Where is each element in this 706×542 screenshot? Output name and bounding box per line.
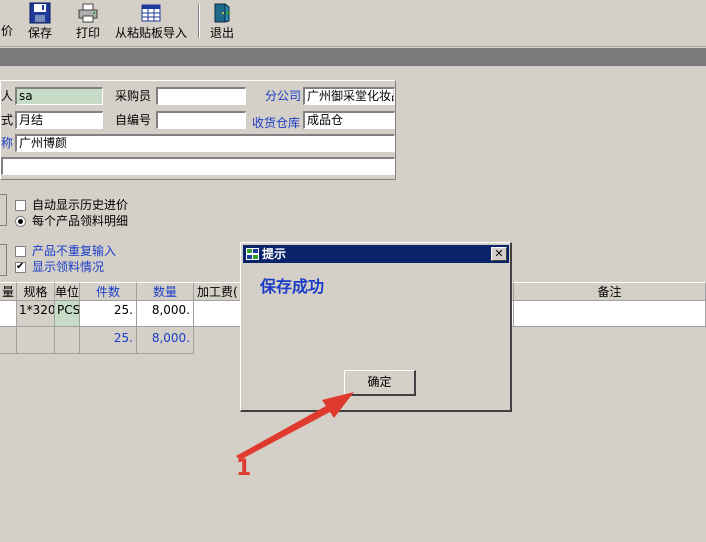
import-clipboard-button-label: 从粘贴板导入 [114, 26, 187, 40]
print-button-label: 打印 [75, 26, 100, 40]
show-material-label: 显示领料情况 [32, 260, 105, 274]
annotation-number: 1 [236, 456, 252, 481]
no-duplicate-input-checkbox[interactable] [15, 246, 26, 257]
print-button[interactable]: 打印 [72, 0, 104, 44]
grid-header-quantity[interactable]: 数量 [137, 282, 194, 301]
grey-header-bar [0, 48, 706, 66]
save-button-label: 保存 [27, 26, 52, 40]
grid-header-remark[interactable]: 备注 [514, 282, 706, 301]
dialog-close-button[interactable]: ✕ [491, 247, 507, 261]
grid-cell-row1-quantity[interactable]: 8,000. [137, 301, 194, 327]
custom-number-field[interactable] [156, 111, 246, 129]
annotation-arrow [236, 392, 354, 460]
grid-summary-spec [17, 327, 55, 354]
grid-cell-row1-remark[interactable] [514, 301, 706, 327]
toolbar-separator [198, 4, 199, 38]
show-material-checkbox[interactable] [15, 260, 26, 274]
grid-header-pieces[interactable]: 件数 [80, 282, 137, 301]
import-clipboard-button[interactable]: 从粘贴板导入 [112, 0, 190, 44]
operator-field[interactable]: sa [15, 87, 103, 105]
toolbar: 价 保存 打印 从粘贴板导入 退出 [0, 0, 706, 47]
each-product-detail-radio[interactable] [15, 216, 26, 227]
receiving-warehouse-label: 收货仓库 [252, 116, 301, 130]
branch-field[interactable]: 广州御采堂化妆品 [303, 87, 395, 105]
clipboard-grid-icon [141, 4, 161, 22]
grid-summary-unit [55, 327, 80, 354]
exit-button[interactable]: 退出 [206, 0, 238, 44]
grid-cell-row1-col0[interactable] [0, 301, 17, 327]
save-button[interactable]: 保存 [24, 0, 56, 44]
dialog-title: 提示 [262, 247, 287, 261]
annotation-arrow-shape [236, 392, 354, 460]
branch-label: 分公司 [265, 89, 302, 103]
payment-method-label: 式 [1, 113, 14, 127]
receiving-warehouse-field[interactable]: 成品仓 [303, 111, 395, 129]
grid-summary-quantity: 8,000. [137, 327, 194, 354]
supplier-name-field[interactable]: 广州博颜 [15, 134, 395, 152]
no-duplicate-input-label: 产品不重复输入 [32, 244, 117, 258]
exit-button-label: 退出 [209, 26, 234, 40]
grid-cell-row1-pieces[interactable]: 25. [80, 301, 137, 327]
dialog-titlebar[interactable]: 提示 ✕ [243, 245, 509, 263]
floppy-disk-icon [29, 2, 51, 24]
custom-number-label: 自编号 [115, 113, 152, 127]
grid-header-spec[interactable]: 规格 [17, 282, 55, 301]
auto-history-price-label: 自动显示历史进价 [32, 198, 129, 212]
exit-door-icon [214, 3, 231, 23]
buyer-field[interactable] [156, 87, 246, 105]
each-product-detail-label: 每个产品领料明细 [32, 214, 129, 228]
grid-header-unit[interactable]: 单位 [55, 282, 80, 301]
left-edge-button-top[interactable] [0, 194, 7, 226]
order-form-panel: 人 sa 采购员 分公司 广州御采堂化妆品 式 月结 自编号 收货仓库 成品仓 … [0, 80, 396, 180]
dialog-message: 保存成功 [260, 277, 325, 296]
left-edge-button-bottom[interactable] [0, 244, 7, 276]
grid-header-quantity-partial[interactable]: 量 [0, 282, 17, 301]
buyer-label: 采购员 [115, 89, 152, 103]
payment-method-field[interactable]: 月结 [15, 111, 103, 129]
grid-summary-pieces: 25. [80, 327, 137, 354]
grid-cell-row1-unit[interactable]: PCS [55, 301, 80, 327]
operator-label: 人 [1, 89, 14, 103]
app-icon [246, 248, 259, 260]
supplier-name-label: 称 [1, 136, 14, 150]
address-field[interactable] [1, 157, 395, 175]
close-icon: ✕ [494, 247, 504, 260]
printer-icon [78, 3, 98, 23]
auto-history-price-checkbox[interactable] [15, 200, 26, 211]
grid-summary-col0 [0, 327, 17, 354]
price-button[interactable]: 价 [0, 0, 14, 44]
grid-cell-row1-spec[interactable]: 1*320 [17, 301, 55, 327]
price-button-label: 价 [0, 24, 13, 38]
